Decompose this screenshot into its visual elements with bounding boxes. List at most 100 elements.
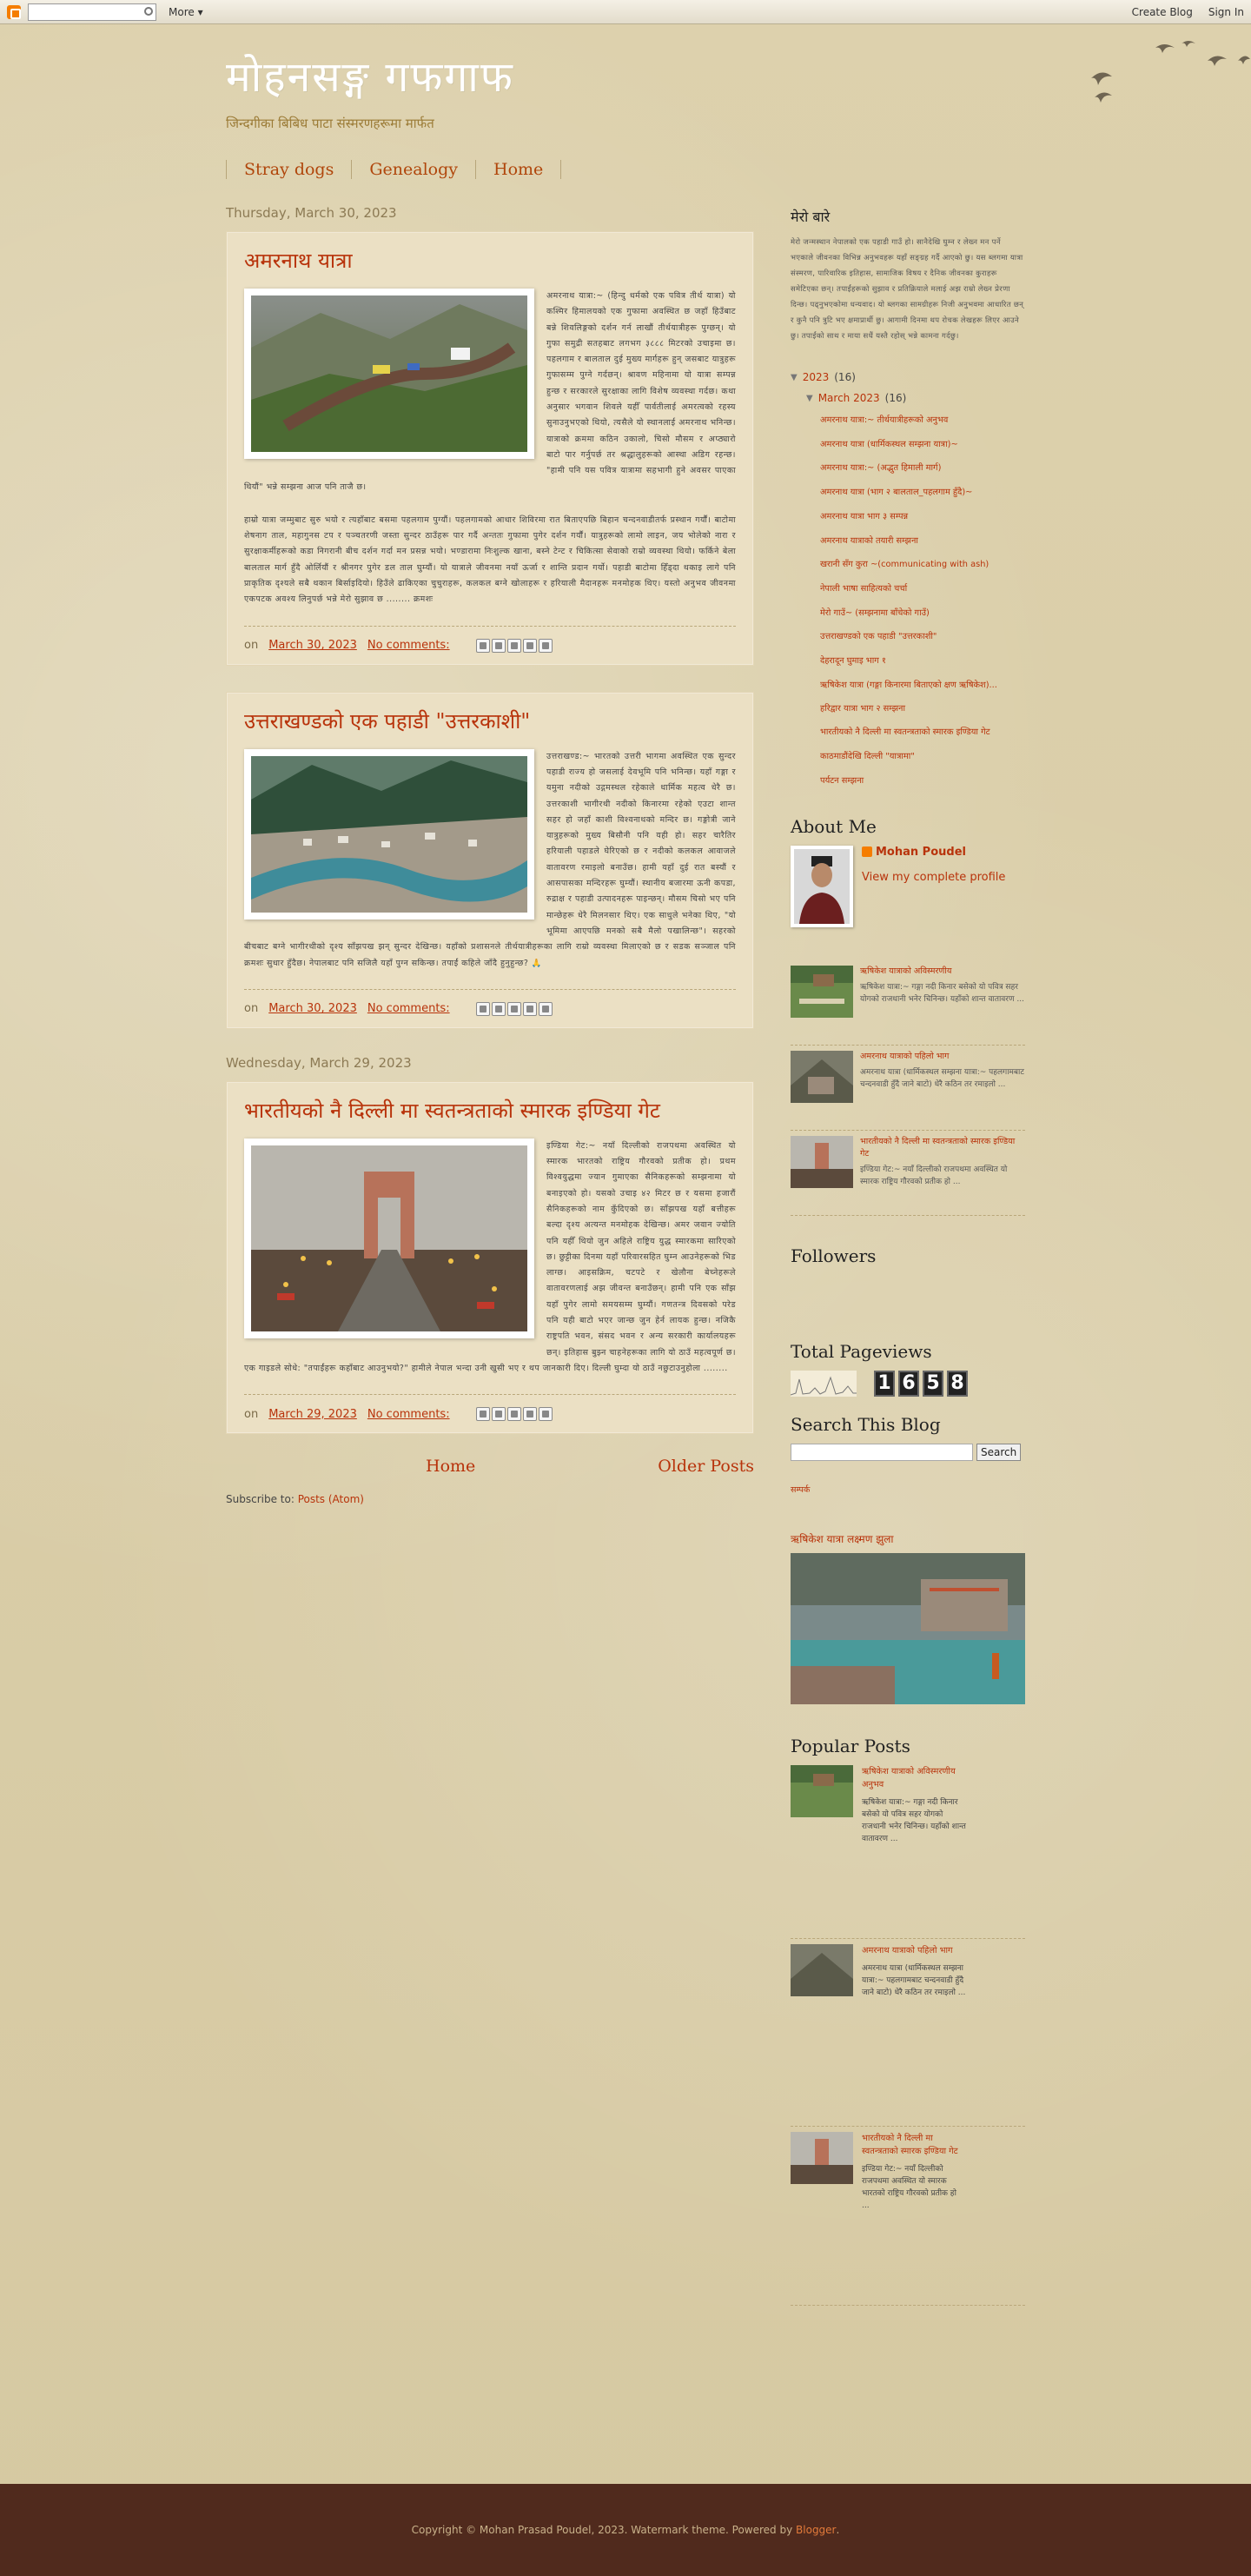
tab-home[interactable]: Home	[475, 160, 562, 179]
pinterest-share-icon[interactable]	[538, 1407, 553, 1422]
followers-widget: Followers	[791, 1245, 1025, 1341]
twitter-share-icon[interactable]	[506, 638, 521, 653]
pager-home-link[interactable]: Home	[426, 1457, 475, 1476]
featured-post-title[interactable]: ऋषिकेश यात्रा लक्ष्मण झुला	[791, 1531, 1025, 1546]
archive-post-link[interactable]: भारतीयको नै दिल्ली मा स्वतन्त्रताको स्मा…	[820, 720, 1025, 745]
archive-post-link[interactable]: अमरनाथ यात्राको तयारी सम्झना	[820, 529, 1025, 554]
blog-this-icon[interactable]	[491, 1407, 506, 1422]
popular-post-thumbnail[interactable]	[791, 1764, 853, 1817]
tab-stray-dogs[interactable]: Stray dogs	[226, 160, 351, 179]
popular-post-item[interactable]: ऋषिकेश यात्राको अविस्मरणीय अनुभव ऋषिकेश य…	[791, 1764, 1025, 1939]
create-blog-link[interactable]: Create Blog	[1132, 6, 1193, 18]
post-title[interactable]: भारतीयको नै दिल्ली मा स्वतन्त्रताको स्मा…	[244, 1096, 736, 1125]
archive-month-row[interactable]: ▼ March 2023 (16)	[806, 388, 1025, 408]
pageview-digit: 1	[874, 1370, 895, 1397]
pinterest-share-icon[interactable]	[538, 1001, 553, 1016]
email-share-icon[interactable]	[475, 1001, 490, 1016]
post-footer: on March 30, 2023 No comments:	[244, 988, 736, 1016]
contact-link[interactable]: सम्पर्क	[791, 1484, 1025, 1495]
twitter-share-icon[interactable]	[506, 1407, 521, 1422]
about-widget-title: मेरो बारे	[791, 209, 831, 225]
blog-this-icon[interactable]	[491, 638, 506, 653]
featured-post-image[interactable]	[791, 1552, 1025, 1704]
related-post-thumbnail[interactable]	[791, 1050, 853, 1103]
post-footer: on March 30, 2023 No comments:	[244, 625, 736, 653]
popular-post-title[interactable]: ऋषिकेश यात्राको अविस्मरणीय अनुभव	[862, 1765, 966, 1791]
archive-post-link[interactable]: काठमाडौंदेखि दिल्ली "यात्रामा"	[820, 745, 1025, 769]
post-title[interactable]: अमरनाथ यात्रा	[244, 246, 736, 275]
blogger-link[interactable]: Blogger	[796, 2524, 836, 2536]
collapse-triangle-icon[interactable]: ▼	[791, 373, 798, 382]
navbar-search-input[interactable]	[28, 3, 156, 21]
related-post-item[interactable]: भारतीयको नै दिल्ली मा स्वतन्त्रताको स्मा…	[791, 1135, 1025, 1216]
archive-post-link[interactable]: पर्यटन सम्झना	[820, 769, 1025, 793]
blogger-navbar: More ▾ Create Blog Sign In	[0, 0, 1251, 24]
related-post-thumbnail[interactable]	[791, 965, 853, 1018]
blog-search-input[interactable]	[791, 1443, 973, 1461]
comments-link[interactable]: No comments:	[367, 1408, 450, 1421]
archive-month-count: (16)	[884, 392, 907, 404]
archive-year-row[interactable]: ▼ 2023 (16)	[791, 367, 1025, 388]
post-timestamp-link[interactable]: March 30, 2023	[268, 639, 357, 652]
comments-link[interactable]: No comments:	[367, 639, 450, 652]
post-image[interactable]	[244, 748, 534, 920]
pinterest-share-icon[interactable]	[538, 638, 553, 653]
archive-post-link[interactable]: मेरो गाउँ~ (सम्झनामा बाँचेको गाउँ)	[820, 601, 1025, 626]
popular-post-title[interactable]: भारतीयको नै दिल्ली मा स्वतन्त्रताको स्मा…	[862, 2132, 966, 2158]
popular-post-item[interactable]: भारतीयको नै दिल्ली मा स्वतन्त्रताको स्मा…	[791, 2131, 1025, 2306]
older-posts-link[interactable]: Older Posts	[658, 1457, 754, 1476]
archive-post-link[interactable]: अमरनाथ यात्रा भाग ३ सम्पन्न	[820, 505, 1025, 529]
sign-in-link[interactable]: Sign In	[1208, 6, 1244, 18]
view-profile-link[interactable]: View my complete profile	[862, 871, 1005, 884]
popular-post-thumbnail[interactable]	[791, 1943, 853, 1996]
twitter-share-icon[interactable]	[506, 1001, 521, 1016]
archive-post-link[interactable]: हरिद्वार यात्रा भाग २ सम्झना	[820, 697, 1025, 721]
blog-title[interactable]: मोहनसङ्ग गफगाफ	[226, 48, 1025, 104]
blog-this-icon[interactable]	[491, 1001, 506, 1016]
facebook-share-icon[interactable]	[522, 1001, 537, 1016]
email-share-icon[interactable]	[475, 1407, 490, 1422]
more-menu[interactable]: More ▾	[169, 6, 203, 18]
archive-month[interactable]: March 2023	[818, 392, 880, 404]
related-post-thumbnail[interactable]	[791, 1135, 853, 1188]
profile-name[interactable]: Mohan Poudel	[862, 846, 1005, 859]
archive-post-link[interactable]: ऋषिकेश यात्रा (गङ्गा किनारमा बिताएको क्ष…	[820, 674, 1025, 697]
archive-post-link[interactable]: देहरादून घुमाइ भाग १	[820, 649, 1025, 674]
email-share-icon[interactable]	[475, 638, 490, 653]
related-post-title[interactable]: ऋषिकेश यात्राको अविस्मरणीय	[860, 966, 1025, 978]
archive-post-link[interactable]: अमरनाथ यात्रा (धार्मिकस्थल सम्झना यात्रा…	[820, 433, 1025, 457]
collapse-triangle-icon[interactable]: ▼	[806, 394, 813, 403]
related-post-title[interactable]: अमरनाथ यात्राको पहिलो भाग	[860, 1051, 1025, 1063]
related-post-title[interactable]: भारतीयको नै दिल्ली मा स्वतन्त्रताको स्मा…	[860, 1136, 1025, 1160]
post-image[interactable]	[244, 289, 534, 459]
related-post-item[interactable]: ऋषिकेश यात्राको अविस्मरणीय ऋषिकेश यात्रा:…	[791, 965, 1025, 1046]
avatar[interactable]	[791, 845, 853, 927]
pageviews-sparkline	[791, 1370, 857, 1397]
about-me-widget: About Me Mohan Poudel View my complete p…	[791, 816, 1025, 927]
search-button[interactable]: Search	[976, 1443, 1022, 1461]
post-timestamp-link[interactable]: March 30, 2023	[268, 1002, 357, 1015]
popular-post-thumbnail[interactable]	[791, 2131, 853, 2184]
tab-genealogy[interactable]: Genealogy	[351, 160, 475, 179]
pageviews-widget: Total Pageviews 1 6 5 8	[791, 1341, 1025, 1402]
facebook-share-icon[interactable]	[522, 638, 537, 653]
search-icon[interactable]	[144, 6, 153, 16]
profile-name-text[interactable]: Mohan Poudel	[876, 846, 966, 859]
post-title[interactable]: उत्तराखण्डको एक पहाडी "उत्तरकाशी"	[244, 707, 736, 735]
popular-post-title[interactable]: अमरनाथ यात्राको पहिलो भाग	[862, 1944, 966, 1957]
archive-post-link[interactable]: अमरनाथ यात्रा (भाग २ बालताल_पहलगाम हुँदै…	[820, 481, 1025, 505]
comments-link[interactable]: No comments:	[367, 1002, 450, 1015]
post-image[interactable]	[244, 1138, 534, 1338]
archive-post-link[interactable]: उत्तराखण्डको एक पहाडी "उत्तरकाशी"	[820, 625, 1025, 649]
archive-post-link[interactable]: खरानी सँग कुरा ~(communicating with ash)	[820, 553, 1025, 577]
blogger-logo-icon[interactable]	[7, 4, 21, 19]
archive-year[interactable]: 2023	[803, 371, 830, 383]
archive-post-link[interactable]: अमरनाथ यात्रा:~ तीर्थयात्रीहरूको अनुभव	[820, 408, 1025, 433]
post-timestamp-link[interactable]: March 29, 2023	[268, 1408, 357, 1421]
archive-post-link[interactable]: अमरनाथ यात्रा:~ (अद्भुत हिमाली मार्ग)	[820, 456, 1025, 481]
facebook-share-icon[interactable]	[522, 1407, 537, 1422]
atom-feed-link[interactable]: Posts (Atom)	[298, 1493, 364, 1505]
popular-post-item[interactable]: अमरनाथ यात्राको पहिलो भाग अमरनाथ यात्रा (…	[791, 1943, 1025, 2127]
archive-post-link[interactable]: नेपाली भाषा साहित्यको चर्चा	[820, 577, 1025, 601]
related-post-item[interactable]: अमरनाथ यात्राको पहिलो भाग अमरनाथ यात्रा (…	[791, 1050, 1025, 1131]
